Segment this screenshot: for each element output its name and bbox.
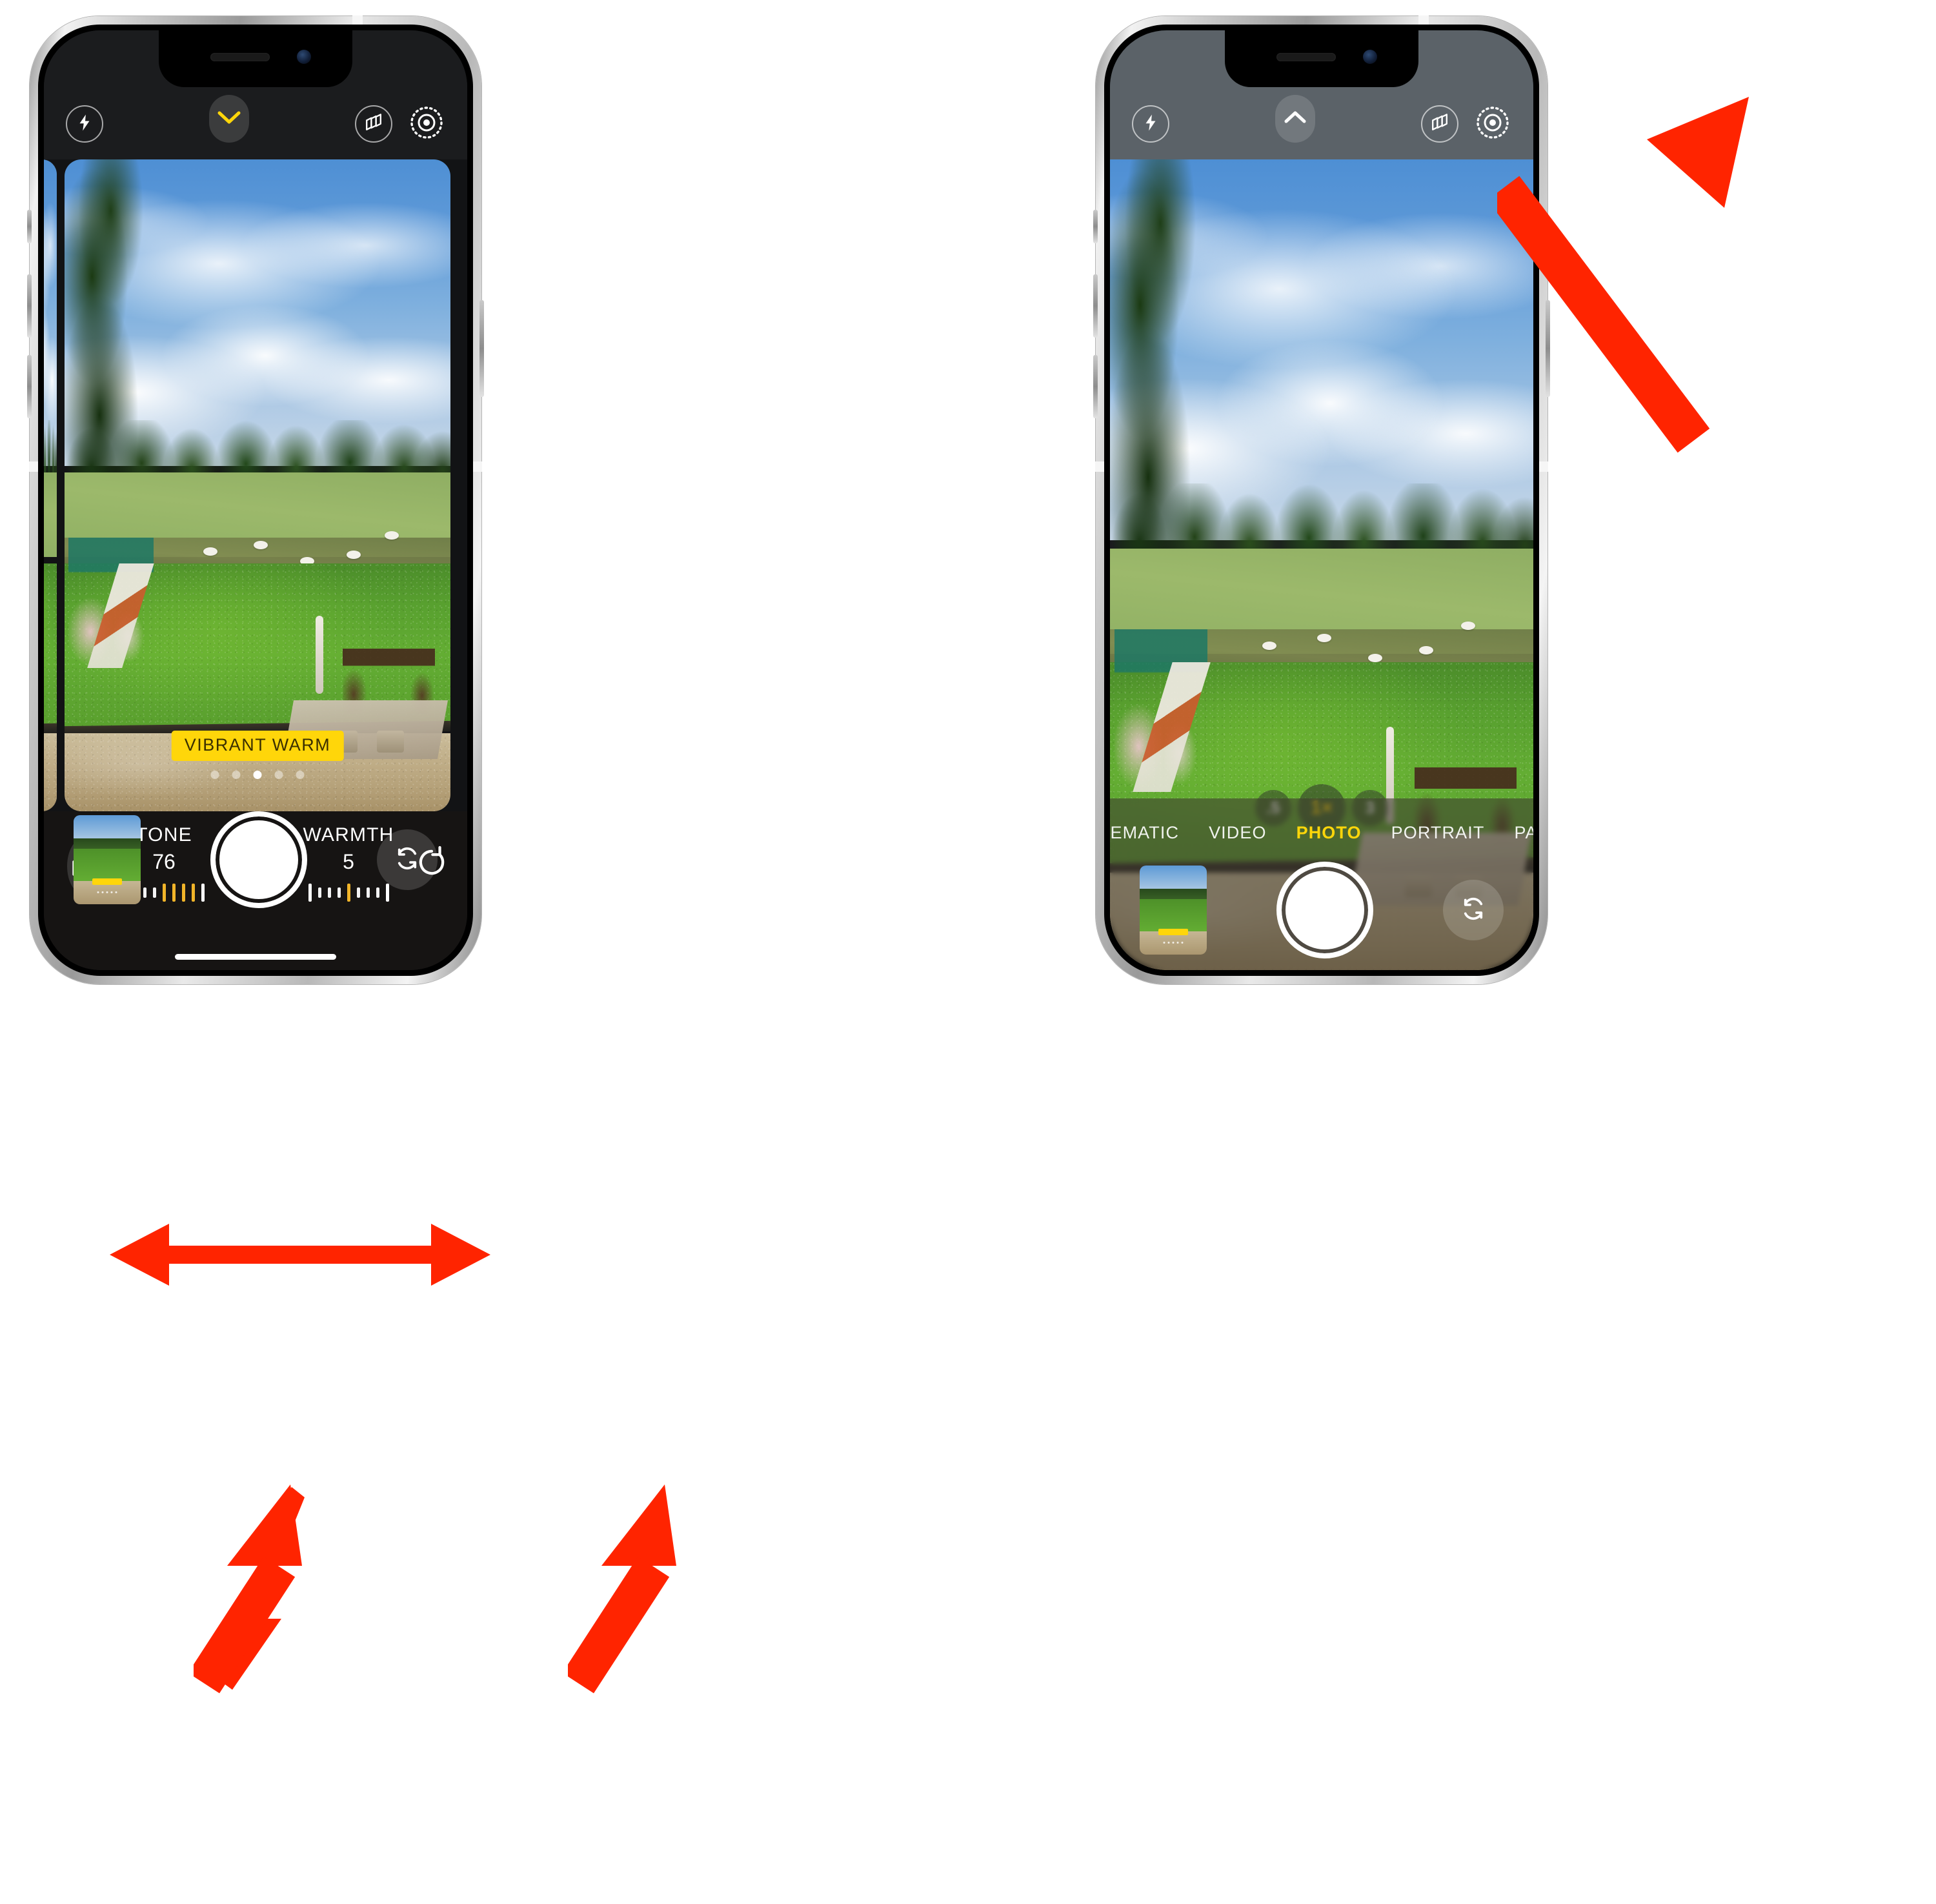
mode-video[interactable]: VIDEO (1209, 823, 1267, 843)
left-phone-screen: VIBRANT WARM TONE 76 WARMTH 5 (44, 30, 467, 970)
silent-switch[interactable] (1093, 210, 1098, 243)
mode-cinematic[interactable]: CINEMATIC (1110, 823, 1179, 843)
right-camera-bottom-bar: CINEMATIC VIDEO PHOTO PORTRAIT PANO (1110, 798, 1533, 970)
camera-controls-toggle-button[interactable] (209, 95, 249, 143)
right-phone-bezel: .5 1× 3 CINEMATIC VIDEO PHOTO PORTRAIT P… (1104, 25, 1539, 976)
camera-flip-button[interactable] (1443, 880, 1504, 940)
arrow-to-tone-slider (194, 1484, 305, 1694)
earpiece-speaker (210, 53, 270, 61)
home-indicator[interactable] (175, 954, 336, 960)
silent-switch[interactable] (27, 210, 32, 243)
camera-flip-icon (1456, 891, 1491, 929)
right-phone-screen: .5 1× 3 CINEMATIC VIDEO PHOTO PORTRAIT P… (1110, 30, 1533, 970)
page-dot[interactable] (232, 771, 241, 779)
planter (377, 731, 405, 753)
photographic-styles-icon (362, 111, 385, 137)
mode-selector[interactable]: CINEMATIC VIDEO PHOTO PORTRAIT PANO (1110, 804, 1533, 862)
camera-flip-icon (390, 841, 425, 879)
chevron-up-icon (1282, 109, 1308, 129)
live-photo-button[interactable] (1474, 105, 1511, 143)
left-viewfinder[interactable]: VIBRANT WARM (44, 159, 467, 811)
live-photo-icon (1476, 106, 1509, 143)
shutter-button[interactable] (1276, 862, 1373, 958)
page-dot[interactable] (296, 771, 305, 779)
side-power-button[interactable] (479, 300, 484, 397)
thumbnail-image (1140, 866, 1207, 955)
left-camera-bottom-bar: TONE 76 WARMTH 5 (44, 811, 467, 970)
page-dot[interactable] (274, 771, 283, 779)
antenna-band (1095, 461, 1105, 472)
live-preview-card[interactable]: VIBRANT WARM (65, 159, 450, 811)
left-phone-bezel: VIBRANT WARM TONE 76 WARMTH 5 (38, 25, 473, 976)
flash-button[interactable] (66, 105, 103, 143)
sheep (1418, 645, 1433, 654)
chevron-down-icon (216, 109, 242, 129)
thumbnail-page-dots (97, 891, 117, 894)
thumbnail-page-dots (1163, 942, 1184, 944)
side-power-button[interactable] (1546, 300, 1550, 397)
volume-down-button[interactable] (1093, 355, 1098, 418)
antenna-band (352, 15, 363, 25)
scene-peek (44, 159, 57, 811)
mode-photo[interactable]: PHOTO (1296, 823, 1362, 843)
shutter-button[interactable] (210, 811, 307, 908)
flash-bolt-icon (1141, 113, 1160, 136)
antenna-band (1538, 461, 1548, 472)
front-camera-icon (1363, 50, 1377, 64)
screenshot-canvas: VIBRANT WARM TONE 76 WARMTH 5 EMATIC VID… (0, 0, 1936, 1904)
sheep (254, 540, 268, 549)
notch (159, 30, 352, 87)
photographic-styles-icon (1428, 111, 1451, 137)
right-shutter-row (1110, 862, 1533, 958)
camera-controls-toggle-button[interactable] (1275, 95, 1315, 143)
left-phone-frame: VIBRANT WARM TONE 76 WARMTH 5 (27, 15, 484, 984)
camera-flip-button[interactable] (377, 829, 438, 890)
thumbnail-image (74, 815, 141, 904)
mode-pano[interactable]: PANO (1514, 823, 1533, 843)
sheep (385, 531, 399, 540)
mode-portrait[interactable]: PORTRAIT (1391, 823, 1485, 843)
page-dot[interactable] (210, 771, 219, 779)
antenna-band (1418, 15, 1429, 25)
notch (1225, 30, 1418, 87)
patio-umbrella (315, 616, 323, 694)
sheep (203, 547, 218, 556)
sheep (346, 551, 361, 559)
photographic-styles-button[interactable] (355, 105, 392, 143)
front-camera-icon (297, 50, 311, 64)
style-page-dots (210, 771, 305, 779)
style-name-badge: VIBRANT WARM (171, 731, 344, 761)
sheep (1317, 633, 1332, 642)
volume-down-button[interactable] (27, 355, 32, 418)
conifer-tree (65, 159, 150, 525)
antenna-band (29, 461, 39, 472)
live-photo-icon (410, 106, 443, 143)
antenna-band (472, 461, 482, 472)
page-dot-active[interactable] (253, 771, 262, 779)
right-top-right-buttons (1421, 105, 1511, 143)
conifer-tree (1110, 159, 1204, 614)
flash-button[interactable] (1132, 105, 1169, 143)
right-phone-frame: .5 1× 3 CINEMATIC VIDEO PHOTO PORTRAIT P… (1093, 15, 1550, 984)
last-photo-thumbnail[interactable] (74, 815, 141, 904)
volume-up-button[interactable] (1093, 274, 1098, 338)
flash-bolt-icon (75, 113, 94, 136)
thumbnail-style-badge (1158, 928, 1188, 935)
earpiece-speaker (1276, 53, 1336, 61)
volume-up-button[interactable] (27, 274, 32, 338)
arrow-to-warmth-slider (568, 1484, 676, 1694)
left-top-right-buttons (355, 105, 445, 143)
thumbnail-style-badge (92, 878, 122, 885)
live-photo-button[interactable] (408, 105, 445, 143)
scene-preview (65, 159, 450, 811)
left-shutter-row (44, 811, 467, 908)
photographic-styles-button[interactable] (1421, 105, 1458, 143)
previous-style-card-peek[interactable] (44, 159, 57, 811)
last-photo-thumbnail[interactable] (1140, 866, 1207, 955)
double-arrow-swipe-styles (110, 1224, 490, 1286)
